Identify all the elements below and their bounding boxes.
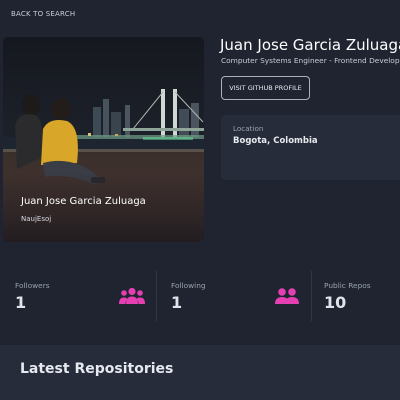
location-label: Location (233, 124, 264, 133)
visit-github-profile-button[interactable]: VISIT GITHUB PROFILE (221, 76, 310, 100)
stat-following: Following 1 (156, 271, 311, 326)
back-to-search-link[interactable]: BACK TO SEARCH (11, 10, 75, 18)
stat-value: 1 (15, 293, 27, 312)
profile-page: BACK TO SEARCH Juan Jose Garcia Zuluaga … (0, 0, 400, 400)
stat-followers: Followers 1 (0, 271, 156, 326)
photo-caption-name: Juan Jose Garcia Zuluaga (21, 196, 146, 207)
latest-repositories-heading: Latest Repositories (20, 361, 174, 377)
latest-repositories-panel: Latest Repositories (0, 345, 400, 400)
stat-public-repos: Public Repos 10 (311, 271, 400, 326)
profile-bio: Computer Systems Engineer - Frontend Dev… (221, 56, 400, 65)
stat-value: 10 (324, 293, 347, 312)
profile-full-name: Juan Jose Garcia Zuluaga (220, 36, 400, 54)
location-card: Location Bogota, Colombia (221, 115, 400, 180)
photo-caption-login: NaujEsoj (21, 215, 52, 223)
stats-row: Followers 1 Following 1 Public Repos 10 (0, 271, 400, 326)
location-value: Bogota, Colombia (233, 136, 318, 146)
users-group-icon (119, 287, 145, 304)
stat-value: 1 (171, 293, 183, 312)
photo-overlay (3, 172, 204, 242)
users-pair-icon (275, 288, 299, 304)
stat-label: Followers (15, 281, 50, 290)
profile-photo-card: Juan Jose Garcia Zuluaga NaujEsoj (3, 37, 204, 242)
stat-label: Following (171, 281, 206, 290)
stat-label: Public Repos (324, 281, 371, 290)
